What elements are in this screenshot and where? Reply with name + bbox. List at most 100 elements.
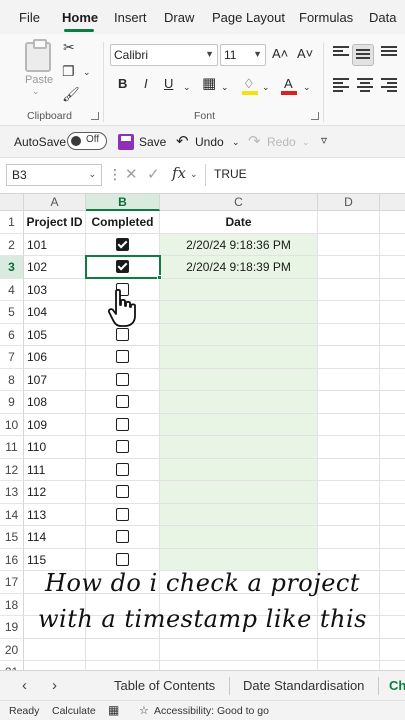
cell[interactable] [318,503,380,526]
date-cell[interactable]: 2/20/24 9:18:39 PM [160,256,318,279]
header-cell-a[interactable]: Project ID [24,211,86,234]
cell[interactable] [160,661,318,670]
cell[interactable] [380,211,405,234]
completed-cell[interactable] [86,368,160,391]
project-id-cell[interactable]: 112 [24,481,86,504]
save-button[interactable]: Save [139,135,166,149]
align-middle-icon[interactable] [352,44,374,66]
row-header[interactable]: 15 [0,526,24,549]
cell[interactable] [318,638,380,661]
align-top-icon[interactable] [333,46,349,60]
header-cell-c[interactable]: Date [160,211,318,234]
fill-handle[interactable] [157,274,162,280]
date-cell[interactable] [160,323,318,346]
enter-icon[interactable]: ✓ [147,165,160,183]
row-header[interactable]: 9 [0,391,24,414]
cell[interactable] [380,639,405,661]
fill-color-icon[interactable]: ♢ [243,76,255,92]
name-box[interactable]: B3 ⌄ [6,164,102,186]
row-header[interactable]: 2 [0,233,24,256]
cut-icon[interactable]: ✂ [63,40,75,54]
font-size-select[interactable]: 11 ▼ [220,44,266,66]
date-cell[interactable]: 2/20/24 9:18:36 PM [160,233,318,256]
sheet-tab-active[interactable]: Ch [389,678,405,693]
column-header-a[interactable]: A [24,194,86,211]
paste-dropdown-icon[interactable]: ⌄ [32,86,40,97]
underline-button[interactable]: U [164,76,173,92]
copy-dropdown-icon[interactable]: ⌄ [83,65,91,79]
format-painter-icon[interactable]: 🖌 [62,87,80,101]
cell[interactable] [318,211,380,234]
header-cell-b[interactable]: Completed [86,211,160,234]
function-dropdown-icon[interactable]: ⌄ [190,169,198,180]
project-id-cell[interactable]: 113 [24,503,86,526]
grow-font-button[interactable]: A˄ [272,46,288,62]
align-bottom-icon[interactable] [381,46,397,60]
cell[interactable] [318,278,380,301]
cell[interactable] [318,256,380,279]
copy-icon[interactable]: ❐ [62,64,75,78]
autosave-toggle[interactable]: Off [67,132,107,150]
row-header[interactable]: 10 [0,413,24,436]
date-cell[interactable] [160,301,318,324]
row-header[interactable]: 16 [0,548,24,571]
date-cell[interactable] [160,368,318,391]
row-header[interactable]: 5 [0,301,24,324]
completed-cell[interactable] [86,233,160,256]
completed-checkbox[interactable] [116,327,129,341]
completed-checkbox[interactable] [116,462,129,476]
paste-button-label[interactable]: Paste [25,74,53,86]
row-header[interactable]: 21 [0,661,24,670]
date-cell[interactable] [160,436,318,459]
cell[interactable] [160,638,318,661]
cell[interactable] [318,526,380,549]
cell[interactable] [24,661,86,670]
cell[interactable] [24,638,86,661]
tab-file[interactable]: File [19,10,40,25]
date-cell[interactable] [160,278,318,301]
insert-function-button[interactable]: fx [172,164,186,182]
font-launcher-icon[interactable] [311,112,319,120]
cell[interactable] [380,414,405,436]
cell[interactable] [380,436,405,459]
calculate-button[interactable]: Calculate [52,705,96,717]
completed-cell[interactable] [86,526,160,549]
cell[interactable] [318,233,380,256]
project-id-cell[interactable]: 105 [24,323,86,346]
formula-input[interactable]: TRUE [205,164,405,186]
cell[interactable] [380,459,405,481]
row-header[interactable]: 1 [0,211,24,234]
column-header-c[interactable]: C [160,194,318,211]
macro-recording-icon[interactable]: ▦ [108,703,119,717]
cell[interactable] [380,661,405,670]
completed-checkbox[interactable] [116,350,129,363]
redo-button[interactable]: Redo [267,135,296,149]
project-id-cell[interactable]: 110 [24,436,86,459]
shrink-font-button[interactable]: A˅ [297,46,313,62]
paste-icon[interactable] [25,39,51,72]
cell[interactable] [380,481,405,504]
save-icon[interactable] [118,134,134,150]
sheet-tab-table-of-contents[interactable]: Table of Contents [114,678,215,693]
align-left-icon[interactable] [333,78,349,92]
completed-checkbox[interactable] [116,440,129,453]
cancel-icon[interactable]: ✕ [125,165,138,183]
undo-dropdown-icon[interactable]: ⌄ [232,137,240,148]
cell[interactable] [380,391,405,414]
completed-checkbox[interactable] [116,372,129,386]
date-cell[interactable] [160,413,318,436]
date-cell[interactable] [160,481,318,504]
tab-page-layout[interactable]: Page Layout [212,10,285,25]
project-id-cell[interactable]: 115 [24,548,86,571]
completed-checkbox[interactable] [116,395,129,408]
date-cell[interactable] [160,526,318,549]
project-id-cell[interactable]: 102 [24,256,86,279]
redo-dropdown-icon[interactable]: ⌄ [302,137,310,148]
completed-checkbox[interactable] [116,237,129,251]
customize-toolbar-icon[interactable]: ▿ [321,133,327,147]
tab-formulas[interactable]: Formulas [299,10,353,25]
bold-button[interactable]: B [118,76,127,92]
completed-cell[interactable] [86,548,160,571]
date-cell[interactable] [160,391,318,414]
cell[interactable] [318,301,380,324]
